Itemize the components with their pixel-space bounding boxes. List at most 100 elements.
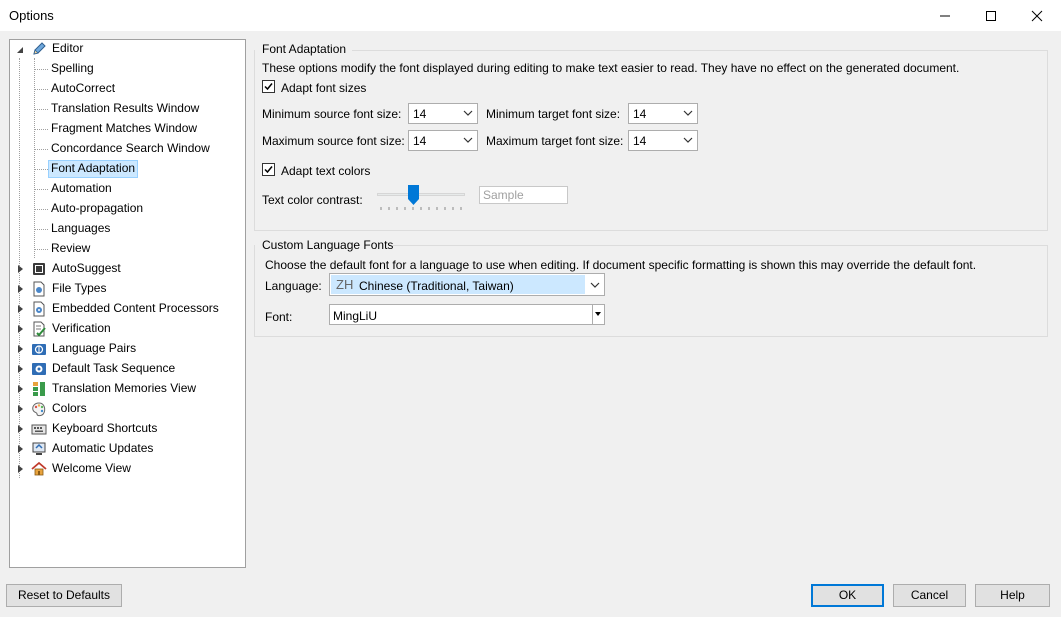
- min-source-font-size-select[interactable]: 14: [408, 103, 478, 124]
- colors-palette-icon: [32, 402, 46, 417]
- checkmark-icon: [264, 166, 273, 174]
- slider-ticks: [380, 207, 462, 210]
- tree-item-label: Font Adaptation: [48, 160, 139, 178]
- tree-item-autocorrect[interactable]: AutoCorrect: [10, 80, 245, 98]
- help-button[interactable]: Help: [975, 584, 1050, 607]
- collapse-arrow-icon[interactable]: [18, 385, 23, 393]
- tree-item-label: Embedded Content Processors: [52, 301, 219, 315]
- contrast-slider-track[interactable]: [377, 193, 465, 196]
- custom-fonts-description: Choose the default font for a language t…: [265, 258, 977, 272]
- tree-item-label: AutoCorrect: [51, 81, 116, 95]
- tree-item-label: Editor: [52, 41, 84, 55]
- cancel-button[interactable]: Cancel: [893, 584, 966, 607]
- maximize-icon: [986, 10, 996, 21]
- tree-item-welcome-view[interactable]: Welcome View: [10, 460, 245, 478]
- autosuggest-icon: [33, 263, 45, 275]
- window-title: Options: [9, 8, 54, 23]
- tree-item-label: Concordance Search Window: [51, 141, 210, 155]
- adapt-font-sizes-checkbox[interactable]: [262, 80, 275, 93]
- tree-item-automation[interactable]: Automation: [10, 180, 245, 198]
- tree-item-keyboard-shortcuts[interactable]: Keyboard Shortcuts: [10, 420, 245, 438]
- select-value: 14: [633, 107, 647, 121]
- tree-item-automatic-updates[interactable]: Automatic Updates: [10, 440, 245, 458]
- collapse-arrow-icon[interactable]: [18, 305, 23, 313]
- minimize-icon: [940, 15, 950, 16]
- chevron-down-icon: [463, 137, 473, 143]
- translation-memories-icon: [33, 382, 45, 396]
- title-bar: Options: [0, 0, 1061, 31]
- tree-item-label: Automatic Updates: [52, 441, 154, 455]
- tree-item-label: Default Task Sequence: [52, 361, 176, 375]
- language-code: ZH: [336, 277, 354, 292]
- tree-item-font-adaptation[interactable]: Font Adaptation: [10, 160, 245, 178]
- tree-item-default-task-sequence[interactable]: Default Task Sequence: [10, 360, 245, 378]
- adapt-font-sizes-label[interactable]: Adapt font sizes: [281, 81, 366, 95]
- tree-item-spelling[interactable]: Spelling: [10, 60, 245, 78]
- close-button[interactable]: [1014, 0, 1060, 31]
- keyboard-icon: [31, 424, 47, 435]
- tree-item-translation-memories-view[interactable]: Translation Memories View: [10, 380, 245, 398]
- max-target-font-size-label: Maximum target font size:: [486, 134, 624, 148]
- tree-item-label: Fragment Matches Window: [51, 121, 198, 135]
- collapse-arrow-icon[interactable]: [18, 445, 23, 453]
- select-value: 14: [413, 107, 427, 121]
- verification-icon: [33, 321, 46, 337]
- embedded-content-icon: [33, 301, 45, 317]
- tree-item-language-pairs[interactable]: Language Pairs: [10, 340, 245, 358]
- font-value: MingLiU: [333, 309, 378, 323]
- language-select[interactable]: ZH Chinese (Traditional, Taiwan): [329, 273, 605, 296]
- tree-item-file-types[interactable]: File Types: [10, 280, 245, 298]
- min-target-font-size-label: Minimum target font size:: [486, 107, 621, 121]
- tree-item-fragment-matches-window[interactable]: Fragment Matches Window: [10, 120, 245, 138]
- task-sequence-icon: [32, 363, 46, 375]
- tree-item-colors[interactable]: Colors: [10, 400, 245, 418]
- home-icon: [31, 461, 47, 476]
- collapse-arrow-icon[interactable]: [18, 325, 23, 333]
- collapse-arrow-icon[interactable]: [18, 425, 23, 433]
- minimize-button[interactable]: [922, 0, 968, 31]
- sample-preview: Sample: [479, 186, 568, 204]
- reset-to-defaults-button[interactable]: Reset to Defaults: [6, 584, 122, 607]
- collapse-arrow-icon[interactable]: [18, 405, 23, 413]
- tree-item-concordance-search-window[interactable]: Concordance Search Window: [10, 140, 245, 158]
- select-value: 14: [413, 134, 427, 148]
- tree-item-label: File Types: [52, 281, 107, 295]
- tree-item-label: AutoSuggest: [52, 261, 121, 275]
- collapse-arrow-icon[interactable]: [18, 365, 23, 373]
- updates-computer-icon: [32, 442, 46, 455]
- collapse-arrow-icon[interactable]: [18, 265, 23, 273]
- tree-item-auto-propagation[interactable]: Auto-propagation: [10, 200, 245, 218]
- adapt-text-colors-label[interactable]: Adapt text colors: [281, 164, 370, 178]
- tree-item-embedded-content-processors[interactable]: Embedded Content Processors: [10, 300, 245, 318]
- min-target-font-size-select[interactable]: 14: [628, 103, 698, 124]
- language-label: Language:: [265, 279, 322, 293]
- chevron-down-icon: [463, 110, 473, 116]
- font-label: Font:: [265, 310, 293, 324]
- expand-arrow-icon[interactable]: [17, 47, 23, 53]
- maximize-button[interactable]: [968, 0, 1014, 31]
- collapse-arrow-icon[interactable]: [18, 345, 23, 353]
- ok-button[interactable]: OK: [811, 584, 884, 607]
- collapse-arrow-icon[interactable]: [18, 285, 23, 293]
- options-tree[interactable]: Editor Spelling AutoCorrect Translation …: [9, 39, 246, 568]
- tree-item-label: Language Pairs: [52, 341, 137, 355]
- max-target-font-size-select[interactable]: 14: [628, 130, 698, 151]
- tree-item-label: Auto-propagation: [51, 201, 144, 215]
- max-source-font-size-select[interactable]: 14: [408, 130, 478, 151]
- tree-item-verification[interactable]: Verification: [10, 320, 245, 338]
- language-value: Chinese (Traditional, Taiwan): [359, 279, 514, 293]
- select-value: 14: [633, 134, 647, 148]
- tree-item-translation-results-window[interactable]: Translation Results Window: [10, 100, 245, 118]
- tree-item-languages[interactable]: Languages: [10, 220, 245, 238]
- tree-item-editor[interactable]: Editor: [10, 40, 245, 58]
- tree-item-label: Spelling: [51, 61, 94, 75]
- checkmark-icon: [264, 83, 273, 91]
- contrast-slider-thumb[interactable]: [407, 185, 419, 205]
- collapse-arrow-icon[interactable]: [18, 465, 23, 473]
- tree-item-review[interactable]: Review: [10, 240, 245, 258]
- adapt-text-colors-checkbox[interactable]: [262, 163, 275, 176]
- tree-item-autosuggest[interactable]: AutoSuggest: [10, 260, 245, 278]
- tree-item-label: Languages: [51, 221, 111, 235]
- tree-item-label: Verification: [52, 321, 111, 335]
- font-select[interactable]: MingLiU: [329, 304, 605, 325]
